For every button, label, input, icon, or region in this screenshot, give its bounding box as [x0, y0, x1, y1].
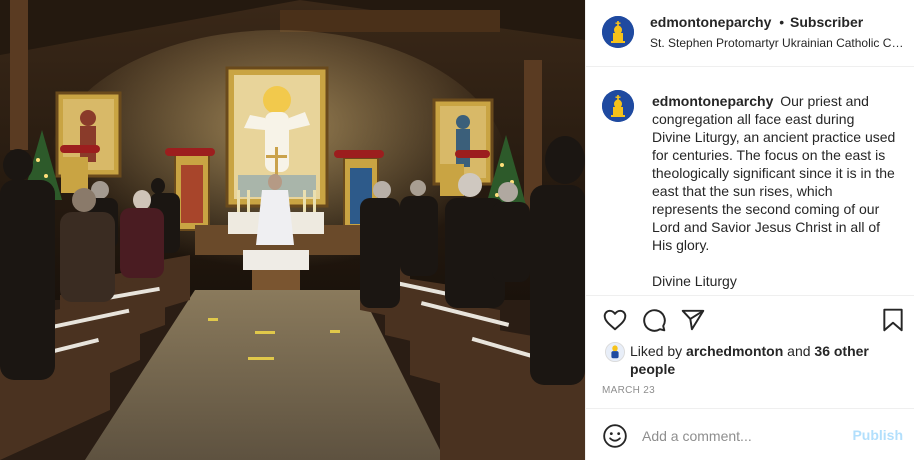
- header-username[interactable]: edmontoneparchy: [650, 14, 771, 30]
- caption-section: edmontoneparchy Our priest and congregat…: [586, 68, 914, 295]
- likes-summary: Liked by archedmonton and 36 other peopl…: [630, 342, 900, 378]
- comment-box: Publish: [586, 408, 914, 460]
- bookmark-icon[interactable]: [880, 307, 906, 333]
- smiley-icon[interactable]: [602, 423, 628, 449]
- post-header: edmontoneparchy • Subscriber St. Stephen…: [586, 0, 914, 67]
- church-dome-icon: [602, 90, 634, 122]
- post-side-panel: edmontoneparchy • Subscriber St. Stephen…: [585, 0, 914, 460]
- publish-button[interactable]: Publish: [852, 427, 903, 443]
- account-avatar[interactable]: [602, 16, 634, 48]
- liked-by-user[interactable]: archedmonton: [686, 343, 783, 359]
- subscriber-label: Subscriber: [790, 14, 864, 30]
- header-title-line: edmontoneparchy • Subscriber: [650, 14, 863, 30]
- caption-more-line: Divine Liturgy: [652, 273, 737, 289]
- bishop-icon: [606, 343, 624, 361]
- church-dome-icon: [602, 16, 634, 48]
- instagram-post: edmontoneparchy • Subscriber St. Stephen…: [0, 0, 914, 460]
- action-bar: Liked by archedmonton and 36 other peopl…: [586, 295, 914, 407]
- location-link[interactable]: St. Stephen Protomartyr Ukrainian Cathol…: [650, 36, 905, 50]
- comment-input[interactable]: [642, 426, 842, 446]
- caption-avatar[interactable]: [602, 90, 634, 122]
- caption-text: Our priest and congregation all face eas…: [652, 93, 896, 253]
- post-photo[interactable]: [0, 0, 585, 460]
- caption-username[interactable]: edmontoneparchy: [652, 93, 773, 109]
- liked-by-and: and: [787, 343, 811, 359]
- caption-text-block: edmontoneparchy Our priest and congregat…: [652, 92, 897, 290]
- share-icon[interactable]: [680, 307, 706, 333]
- header-separator: •: [779, 14, 785, 30]
- comment-icon[interactable]: [641, 307, 667, 333]
- liker-avatar[interactable]: [605, 342, 625, 362]
- post-date[interactable]: March 23: [602, 385, 655, 396]
- liked-by-prefix: Liked by: [630, 343, 683, 359]
- church-interior-illustration: [0, 0, 585, 460]
- heart-icon[interactable]: [602, 307, 628, 333]
